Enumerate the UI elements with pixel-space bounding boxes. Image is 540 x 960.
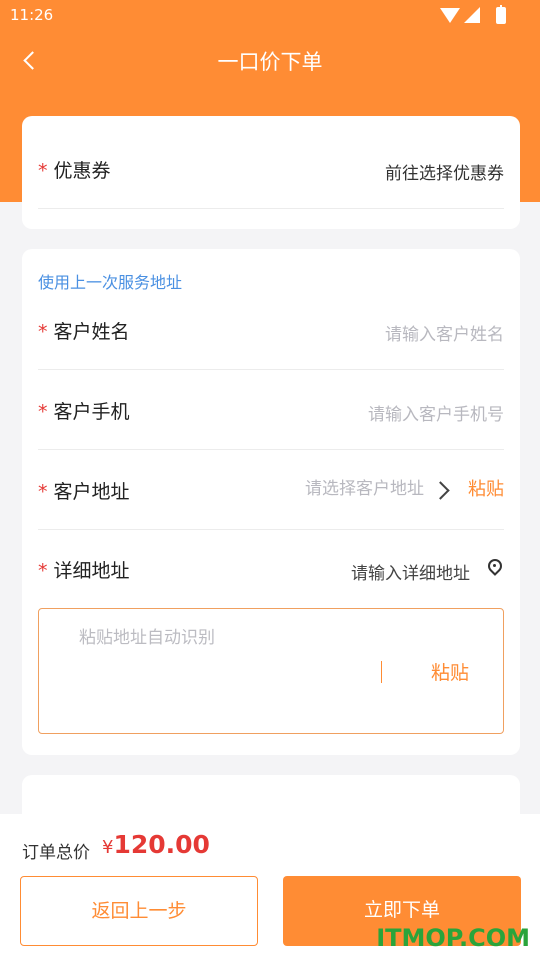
total-value: 120.00	[113, 830, 210, 859]
customer-phone-input[interactable]: 请输入客户手机号	[368, 400, 504, 425]
vertical-divider	[381, 661, 382, 683]
required-mark: *	[38, 401, 48, 423]
paste-address-box: 粘贴	[38, 608, 504, 734]
back-step-button[interactable]: 返回上一步	[20, 876, 258, 946]
coupon-card: * 优惠券 前往选择优惠券	[22, 116, 520, 229]
status-bar: 11:26	[0, 0, 540, 30]
detail-address-label: * 详细地址	[38, 556, 130, 583]
nav-bar: 一口价下单	[0, 40, 540, 84]
paste-address-textarea[interactable]	[79, 623, 369, 713]
customer-name-label: * 客户姓名	[38, 317, 130, 344]
chevron-right-icon[interactable]	[434, 480, 450, 500]
coupon-select-link[interactable]: 前往选择优惠券	[385, 159, 504, 184]
detail-address-input[interactable]: 请输入详细地址	[351, 559, 470, 584]
customer-phone-label: * 客户手机	[38, 397, 130, 424]
watermark: ITMOP.COM	[376, 924, 530, 952]
customer-name-label-text: 客户姓名	[53, 321, 130, 343]
detail-address-row: * 详细地址 请输入详细地址	[38, 529, 504, 609]
wifi-icon	[440, 8, 460, 23]
customer-phone-label-text: 客户手机	[53, 401, 130, 423]
address-paste-button[interactable]: 粘贴	[468, 475, 504, 501]
customer-address-label: * 客户地址	[38, 477, 130, 504]
status-time: 11:26	[10, 6, 54, 24]
required-mark: *	[38, 321, 48, 343]
customer-name-row: * 客户姓名 请输入客户姓名	[38, 290, 504, 370]
coupon-label: * 优惠券	[38, 156, 111, 183]
detail-address-label-text: 详细地址	[53, 560, 130, 582]
location-pin-icon[interactable]	[488, 559, 502, 577]
customer-address-row: * 客户地址 请选择客户地址 粘贴	[38, 450, 504, 530]
battery-icon	[496, 5, 506, 24]
coupon-label-text: 优惠券	[53, 160, 111, 182]
total-label: 订单总价	[22, 843, 90, 863]
paste-recognize-button[interactable]: 粘贴	[431, 658, 469, 685]
signal-icon	[464, 7, 480, 23]
customer-name-input[interactable]: 请输入客户姓名	[385, 320, 504, 345]
customer-phone-row: * 客户手机 请输入客户手机号	[38, 370, 504, 450]
customer-address-label-text: 客户地址	[53, 481, 130, 503]
status-icons	[416, 5, 506, 24]
total-price: ¥120.00	[102, 830, 210, 859]
page-title: 一口价下单	[217, 50, 323, 74]
coupon-row[interactable]: * 优惠券 前往选择优惠券	[38, 129, 504, 209]
required-mark: *	[38, 481, 48, 503]
required-mark: *	[38, 160, 48, 182]
customer-address-select[interactable]: 请选择客户地址	[305, 474, 424, 499]
required-mark: *	[38, 560, 48, 582]
currency-symbol: ¥	[102, 837, 114, 858]
address-card: 使用上一次服务地址 * 客户姓名 请输入客户姓名 * 客户手机 请输入客户手机号 *…	[22, 249, 520, 755]
